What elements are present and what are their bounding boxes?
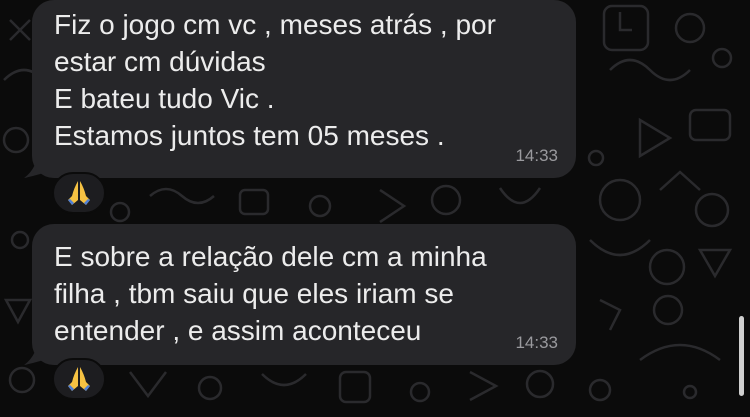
message-text-line: estar cm dúvidas (54, 46, 266, 77)
incoming-message[interactable]: Fiz o jogo cm vc , meses atrás , por est… (32, 0, 576, 178)
praying-hands-icon (68, 181, 90, 205)
incoming-message[interactable]: E sobre a relação dele cm a minha filha … (32, 224, 576, 365)
message-timestamp: 14:33 (515, 333, 558, 352)
message-text-line: entender , e assim aconteceu (54, 315, 422, 346)
message-text-line: Estamos juntos tem 05 meses . (54, 120, 445, 151)
message-text-line: E bateu tudo Vic . (54, 83, 275, 114)
message-reaction[interactable] (52, 172, 106, 214)
message-text-line: E sobre a relação dele cm a minha (54, 241, 487, 272)
message-timestamp: 14:33 (515, 146, 558, 165)
scroll-indicator[interactable] (739, 316, 744, 396)
message-text-line: Fiz o jogo cm vc , meses atrás , por (54, 9, 496, 40)
praying-hands-icon (68, 367, 90, 391)
message-reaction[interactable] (52, 358, 106, 400)
message-text-line: filha , tbm saiu que eles iriam se (54, 278, 454, 309)
